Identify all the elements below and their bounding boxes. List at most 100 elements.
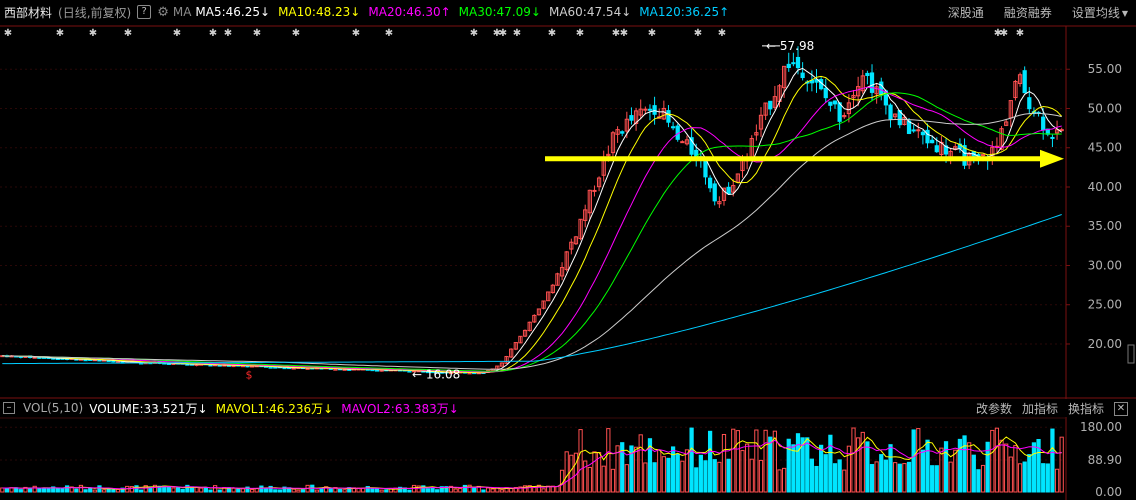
volume-bar	[911, 429, 916, 493]
candle-body	[832, 100, 838, 105]
volume-bar	[906, 461, 912, 493]
volume-bar	[717, 461, 722, 493]
candle-body	[869, 72, 875, 93]
volume-bar	[569, 454, 574, 493]
event-marker-icon: ✱	[56, 28, 64, 39]
candle-body	[703, 158, 708, 178]
event-marker-icon: ✱	[513, 28, 521, 39]
add-indicator-button[interactable]: 加指标	[1022, 400, 1058, 417]
volume-bar	[893, 462, 898, 493]
volume-bar	[888, 444, 893, 493]
volume-bar	[273, 489, 278, 493]
event-marker-icon: ✱	[173, 28, 181, 39]
volume-bar	[212, 485, 218, 493]
volume-bar	[916, 428, 921, 493]
kline-chart[interactable]: 55.00 50.00 45.00 40.00 35.00 30.00 25.00 20.00…	[0, 0, 1136, 500]
candle-body	[467, 372, 472, 375]
volume-tick-label: 0.00	[1095, 485, 1122, 499]
volume-bar	[744, 443, 750, 493]
event-marker-icon: ✱	[648, 28, 656, 39]
volume-bar	[846, 445, 852, 493]
volume-bar	[920, 449, 926, 493]
volume-bar	[809, 458, 814, 493]
volume-bar	[731, 428, 736, 493]
candle-body	[670, 126, 676, 129]
volume-value-1: MAVOL1:46.236万↓	[215, 401, 334, 416]
candle-body	[1059, 129, 1064, 132]
close-icon[interactable]: ✕	[1114, 401, 1128, 416]
edit-params-button[interactable]: 改参数	[976, 400, 1012, 417]
volume-bar	[46, 487, 51, 493]
volume-bar	[707, 430, 713, 493]
volume-bar	[240, 488, 245, 493]
volume-bar	[171, 487, 176, 493]
candle-body	[374, 369, 380, 372]
volume-bar	[1004, 443, 1009, 493]
candle-body	[865, 72, 870, 77]
event-marker-icon: ✱	[694, 28, 702, 39]
volume-bar	[462, 484, 468, 493]
volume-bar	[606, 428, 611, 493]
event-marker-icon: ✱	[352, 28, 360, 39]
volume-indicator-name: VOL(5,10)	[23, 401, 84, 415]
volume-bar	[1045, 463, 1050, 493]
volume-bar	[1022, 461, 1027, 493]
candle-body	[106, 360, 111, 363]
candle-body	[768, 100, 773, 110]
volume-bar	[592, 451, 597, 493]
volume-menu: 改参数 加指标 换指标 ✕	[976, 400, 1128, 417]
high-annotation-label: ← 57.98	[766, 39, 814, 53]
volume-bar	[740, 450, 745, 493]
volume-bar	[675, 453, 680, 493]
event-marker-icon: ✱	[620, 28, 628, 39]
event-marker-icon: ✱	[124, 28, 132, 39]
volume-bar	[583, 460, 588, 493]
volume-bar	[106, 488, 111, 493]
volume-bar	[231, 487, 236, 493]
volume-bar	[263, 487, 269, 493]
candle-body	[643, 108, 648, 111]
candle-body	[906, 120, 912, 134]
volume-bar	[777, 469, 782, 493]
volume-bar	[661, 456, 666, 493]
candle-body	[934, 145, 939, 153]
event-marker-icon: ✱	[576, 28, 584, 39]
volume-bar	[490, 488, 495, 493]
volume-bar	[541, 488, 546, 493]
volume-bar	[851, 427, 856, 493]
volume-bar	[703, 460, 708, 493]
volume-bar	[236, 488, 241, 493]
volume-bar	[41, 487, 47, 493]
switch-indicator-button[interactable]: 换指标	[1068, 400, 1104, 417]
candle-body	[1027, 97, 1032, 110]
candle-body	[837, 102, 842, 122]
volume-bar	[795, 433, 801, 493]
volume-info-bar: – VOL(5,10) VOLUME:33.521万↓ MAVOL1:46.236…	[0, 399, 1136, 417]
volume-bar	[32, 485, 37, 493]
candle-body	[268, 366, 273, 369]
volume-bar	[499, 489, 505, 493]
volume-bar	[342, 489, 347, 493]
candle-body	[629, 115, 634, 121]
side-handle-icon	[1127, 344, 1135, 364]
candle-body	[911, 129, 916, 132]
volume-bar	[1008, 456, 1013, 493]
volume-bar	[328, 488, 333, 493]
volume-bar	[749, 458, 754, 493]
event-marker-icon: ✱	[385, 28, 393, 39]
volume-bar	[203, 487, 208, 493]
volume-bar	[337, 488, 343, 493]
event-marker-icon: ✱	[253, 28, 261, 39]
candle-body	[828, 101, 833, 106]
volume-bar	[37, 488, 42, 493]
volume-bar	[948, 461, 953, 493]
candle-body	[647, 108, 653, 111]
volume-bar	[458, 487, 463, 493]
volume-bar	[217, 489, 222, 493]
candle-body	[1022, 70, 1027, 94]
volume-bar	[670, 446, 676, 493]
collapse-icon[interactable]: –	[3, 402, 15, 414]
volume-bar	[805, 437, 810, 493]
event-marker-icon: ✱	[470, 28, 478, 39]
volume-bar	[869, 464, 875, 493]
